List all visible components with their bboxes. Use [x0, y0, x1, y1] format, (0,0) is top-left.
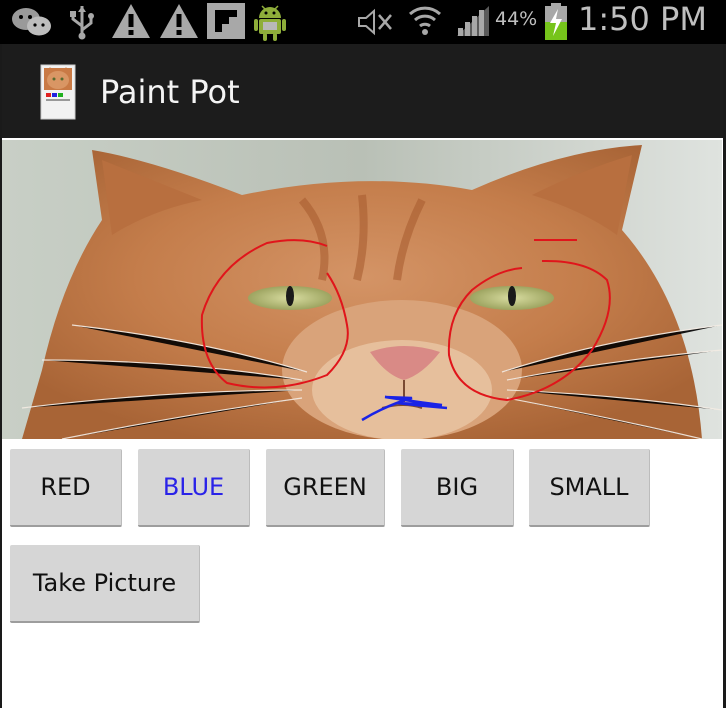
small-button[interactable]: SMALL — [529, 449, 650, 527]
battery-charging-icon — [543, 3, 569, 45]
usb-icon — [68, 4, 96, 44]
wifi-icon — [407, 2, 443, 42]
red-button[interactable]: RED — [10, 449, 122, 527]
cat-photo — [2, 140, 722, 439]
clock: 1:50 PM — [578, 0, 707, 38]
signal-icon — [455, 4, 491, 42]
battery-percent: 44% — [495, 8, 538, 30]
warning-icon — [158, 2, 200, 44]
wechat-icon — [10, 6, 54, 42]
app-icon — [40, 64, 76, 124]
big-button[interactable]: BIG — [401, 449, 514, 527]
mute-icon — [357, 8, 395, 40]
blue-button[interactable]: BLUE — [138, 449, 250, 527]
take-picture-button[interactable]: Take Picture — [10, 545, 200, 623]
action-bar: Paint Pot — [0, 44, 726, 138]
warning-icon — [110, 2, 152, 44]
green-button[interactable]: GREEN — [266, 449, 385, 527]
drawing-canvas[interactable] — [2, 140, 722, 439]
android-debug-icon — [252, 0, 288, 46]
screen-edge-left — [0, 44, 2, 708]
flipboard-icon — [207, 3, 245, 43]
app-title: Paint Pot — [100, 73, 240, 111]
status-bar: 44% 1:50 PM — [0, 0, 726, 44]
